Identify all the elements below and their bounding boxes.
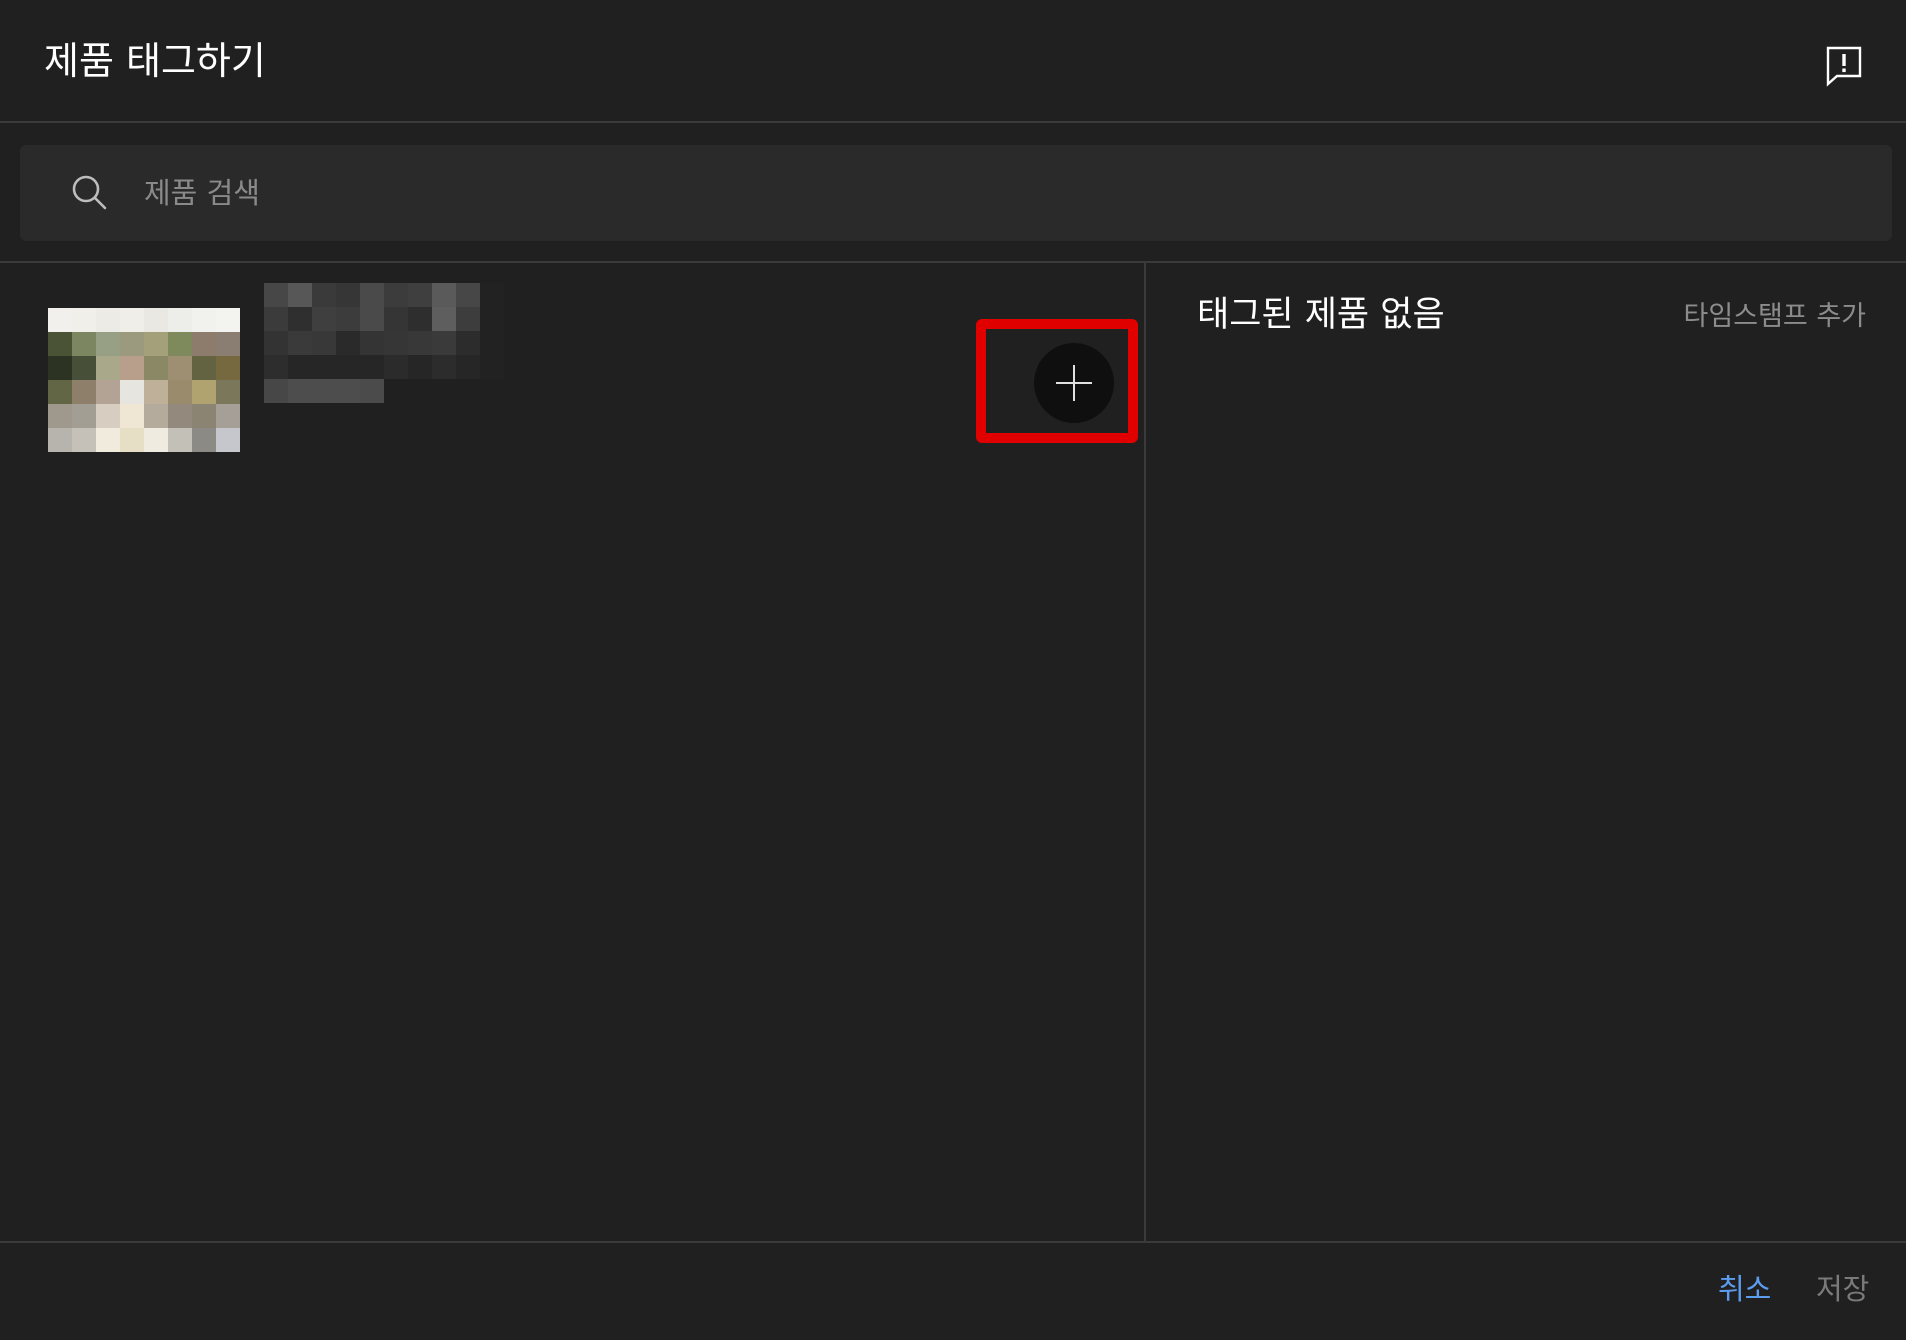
save-button[interactable]: 저장 [1816,1269,1869,1309]
plus-icon [1056,365,1092,401]
product-thumbnail [48,308,240,452]
product-results-pane [0,263,1146,1241]
add-timestamp-button[interactable]: 타임스탬프 추가 [1684,299,1866,335]
dialog-title: 제품 태그하기 [44,39,266,83]
tag-products-dialog: 제품 태그하기 제품 검색 태그된 제품 없음 타임스탬프 추가 취소 저장 [0,0,1906,1340]
dialog-header: 제품 태그하기 [0,0,1906,123]
product-name-blurred [264,283,504,405]
tagged-products-empty-label: 태그된 제품 없음 [1197,295,1445,335]
feedback-icon [1826,46,1862,87]
add-product-button[interactable] [1034,343,1114,423]
feedback-button[interactable] [1812,34,1876,98]
cancel-button[interactable]: 취소 [1718,1269,1771,1309]
tagged-products-pane: 태그된 제품 없음 타임스탬프 추가 [1147,263,1906,1241]
search-box[interactable] [20,145,1892,241]
product-list-item[interactable] [0,263,1144,463]
search-icon [72,175,107,210]
product-search-input[interactable] [140,161,1840,225]
search-section [0,123,1906,263]
dialog-footer: 취소 저장 [0,1241,1906,1340]
